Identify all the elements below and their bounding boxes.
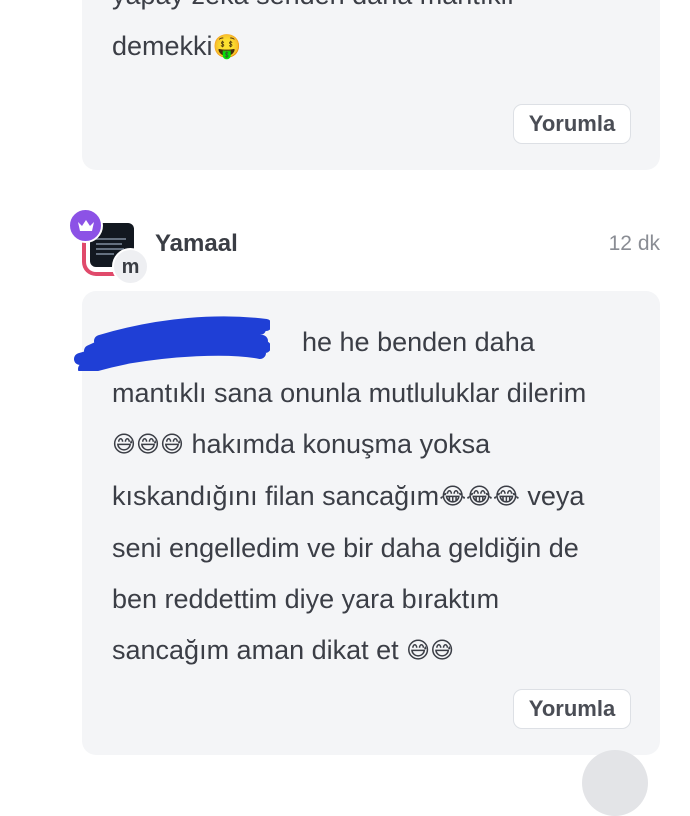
sweat-smile-emoji: 😅😅😅 [112,432,184,458]
comment-card-previous: yapay zeka senden daha mantıklı demekki🤑… [82,0,660,170]
reply-button[interactable]: Yorumla [513,689,631,729]
author-name[interactable]: Yamaal [155,230,238,258]
joy-emoji: 😂😂😂 [439,484,520,510]
level-badge: m [112,248,149,285]
comment-line: sancağım aman dikat et 😅😅 [112,635,455,665]
comment-line: demekki🤑 [112,31,242,61]
comment-line: ben reddettim diye yara bıraktım [112,584,500,614]
sweat-smile-emoji: 😅😅 [406,638,455,664]
comment-text: he he benden daha mantıklı sana onunla m… [112,317,640,677]
comment-line: yapay zeka senden daha mantıklı [112,0,640,21]
comment-time: 12 dk [608,232,660,255]
money-mouth-emoji: 🤑 [212,34,242,60]
floating-action-button[interactable] [582,750,648,816]
reply-button[interactable]: Yorumla [513,104,631,144]
comment-line: mantıklı sana onunla mutluluklar dilerim [112,378,587,408]
comment-text: yapay zeka senden daha mantıklı demekki🤑 [112,0,640,73]
comment-line: seni engelledim ve bir daha geldiğin de [112,533,579,563]
comment-card: he he benden daha mantıklı sana onunla m… [74,291,660,755]
crown-icon [68,208,103,243]
comment-line: 😅😅😅 hakımda konuşma yoksa [112,429,491,459]
avatar[interactable]: m [68,206,149,286]
comment-line: kıskandığını filan sancağım😂😂😂 veya [112,481,585,511]
comment-line: he he benden daha [302,327,535,357]
